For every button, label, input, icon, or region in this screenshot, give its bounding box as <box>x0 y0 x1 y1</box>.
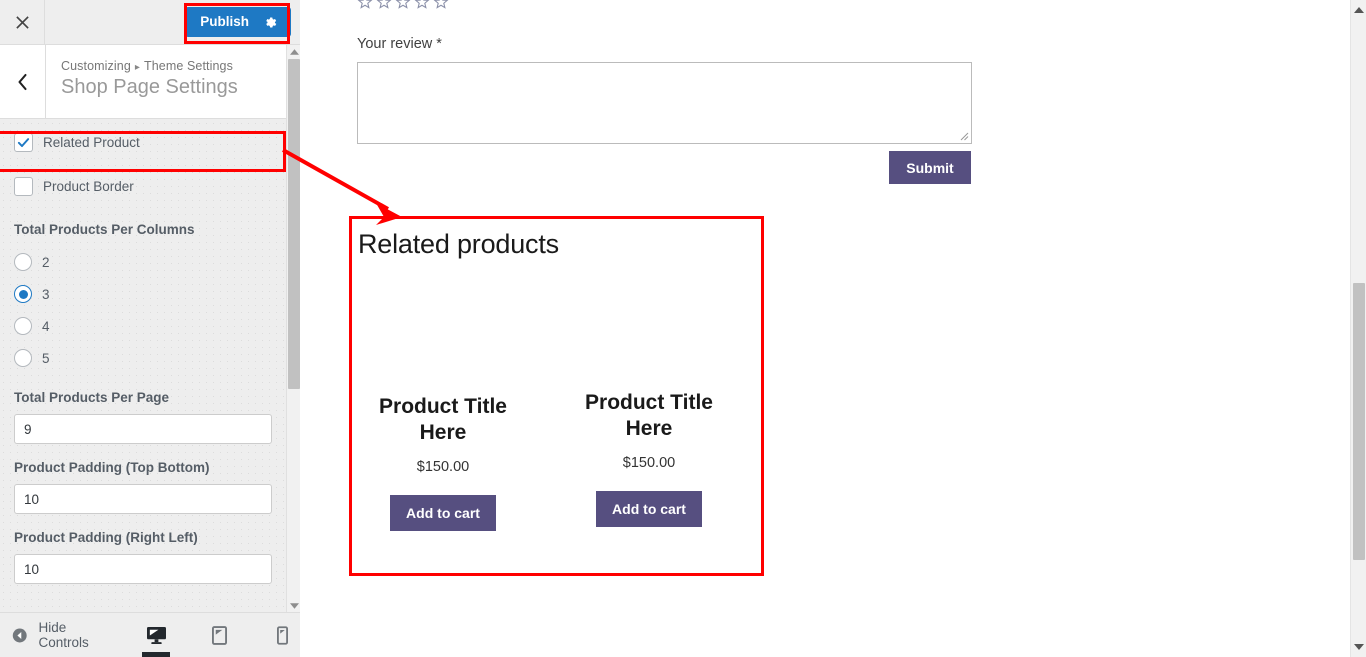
control-label: Total Products Per Page <box>14 390 170 405</box>
radio-label: 3 <box>42 286 50 302</box>
customizer-sidebar: Publish Customizing ▸ Theme Settings Shop … <box>0 0 300 657</box>
device-preview-switcher <box>138 613 300 657</box>
radio-button[interactable] <box>14 349 32 367</box>
padding-top-bottom-input[interactable] <box>14 484 272 514</box>
padding-right-left-input[interactable] <box>14 554 272 584</box>
radio-option-5[interactable]: 5 <box>14 342 272 374</box>
product-price: $150.00 <box>622 455 676 472</box>
related-products-heading: Related products <box>358 229 559 259</box>
review-star-rating[interactable] <box>357 0 449 10</box>
control-label: Total Products Per Columns <box>14 222 195 237</box>
control-padding-top-bottom: Product Padding (Top Bottom) <box>0 444 286 514</box>
add-to-cart-button[interactable]: Add to cart <box>596 491 702 528</box>
scroll-down-arrow-icon[interactable] <box>287 599 301 613</box>
control-product-border[interactable]: Product Border <box>0 164 286 208</box>
desktop-icon <box>146 626 166 644</box>
resize-handle-icon[interactable] <box>959 131 969 141</box>
active-device-indicator <box>142 652 170 657</box>
sidebar-scrollbar[interactable] <box>286 45 300 613</box>
review-field-label: Your review * <box>357 36 442 52</box>
device-mobile-button[interactable] <box>264 613 300 657</box>
breadcrumb-parent[interactable]: Theme Settings <box>144 59 233 73</box>
radio-option-3[interactable]: 3 <box>14 278 272 310</box>
publish-button[interactable]: Publish <box>185 7 291 37</box>
hide-controls-button[interactable]: Hide Controls <box>0 620 105 650</box>
product-price: $150.00 <box>416 459 470 476</box>
sidebar-scrollbar-thumb[interactable] <box>288 59 300 389</box>
product-card[interactable]: Product Title Here $150.00 Add to cart <box>363 276 523 532</box>
radio-option-4[interactable]: 4 <box>14 310 272 342</box>
mobile-icon <box>276 625 288 645</box>
check-icon <box>17 137 30 147</box>
add-to-cart-button[interactable]: Add to cart <box>390 495 496 532</box>
control-related-product[interactable]: Related Product <box>0 120 286 164</box>
product-image-gym-workout[interactable] <box>569 292 729 376</box>
products-per-page-input[interactable] <box>14 414 272 444</box>
review-textarea[interactable] <box>357 62 972 144</box>
customizer-controls: Related Product Product Border Total Pro… <box>0 120 286 613</box>
radio-label: 4 <box>42 318 50 334</box>
customizer-panel-header: Customizing ▸ Theme Settings Shop Page Set… <box>0 45 300 119</box>
breadcrumb-root[interactable]: Customizing <box>61 59 131 73</box>
control-label: Product Padding (Top Bottom) <box>14 460 210 475</box>
submit-review-button[interactable]: Submit <box>889 151 971 184</box>
related-products-grid: Product Title Here $150.00 Add to cart P… <box>349 260 763 532</box>
page-scrollbar[interactable] <box>1350 0 1366 657</box>
checkbox-related-product[interactable] <box>14 132 33 152</box>
radio-option-2[interactable]: 2 <box>14 246 272 278</box>
back-button[interactable] <box>0 45 46 118</box>
page-title: Shop Page Settings <box>61 76 238 98</box>
gear-icon[interactable] <box>263 15 278 30</box>
page-scroll-up-arrow-icon[interactable] <box>1351 2 1366 18</box>
chevron-left-icon <box>18 73 27 90</box>
breadcrumb-separator-icon: ▸ <box>134 62 140 73</box>
radio-button[interactable] <box>14 317 32 335</box>
device-tablet-button[interactable] <box>201 613 237 657</box>
checkbox-product-border[interactable] <box>14 176 33 196</box>
product-image-dumbbell-rack[interactable] <box>363 276 523 380</box>
product-title[interactable]: Product Title Here <box>569 390 729 441</box>
scroll-up-arrow-icon[interactable] <box>287 45 301 59</box>
control-label: Product Border <box>43 178 134 194</box>
product-card[interactable]: Product Title Here $150.00 Add to cart <box>569 276 729 531</box>
breadcrumb: Customizing ▸ Theme Settings <box>61 59 290 73</box>
close-icon <box>15 15 29 29</box>
control-padding-right-left: Product Padding (Right Left) <box>0 514 286 584</box>
device-desktop-button[interactable] <box>138 613 174 657</box>
control-label: Product Padding (Right Left) <box>14 530 198 545</box>
radio-label: 2 <box>42 254 50 270</box>
radio-button-selected[interactable] <box>14 285 32 303</box>
radio-button[interactable] <box>14 253 32 271</box>
control-total-products-per-columns: Total Products Per Columns 2 3 4 5 <box>0 208 286 374</box>
preview-pane: Your review * Submit Related products Pr… <box>301 0 1350 657</box>
customizer-screen: Your review * Submit Related products Pr… <box>0 0 1366 657</box>
page-scrollbar-thumb[interactable] <box>1353 283 1365 560</box>
control-total-products-per-page: Total Products Per Page <box>0 374 286 444</box>
collapse-left-icon <box>12 628 27 642</box>
close-customizer-button[interactable] <box>0 0 45 44</box>
radio-label: 5 <box>42 350 50 366</box>
product-title[interactable]: Product Title Here <box>363 394 523 445</box>
publish-button-label: Publish <box>200 14 249 29</box>
tablet-icon <box>211 625 227 645</box>
related-products-section: Related products Product Title Here $150… <box>349 217 763 577</box>
customizer-footer: Hide Controls <box>0 612 300 657</box>
control-label: Related Product <box>43 134 140 150</box>
hide-controls-label: Hide Controls <box>38 620 89 650</box>
customizer-header: Publish <box>0 0 300 45</box>
page-scroll-down-arrow-icon[interactable] <box>1351 639 1366 655</box>
